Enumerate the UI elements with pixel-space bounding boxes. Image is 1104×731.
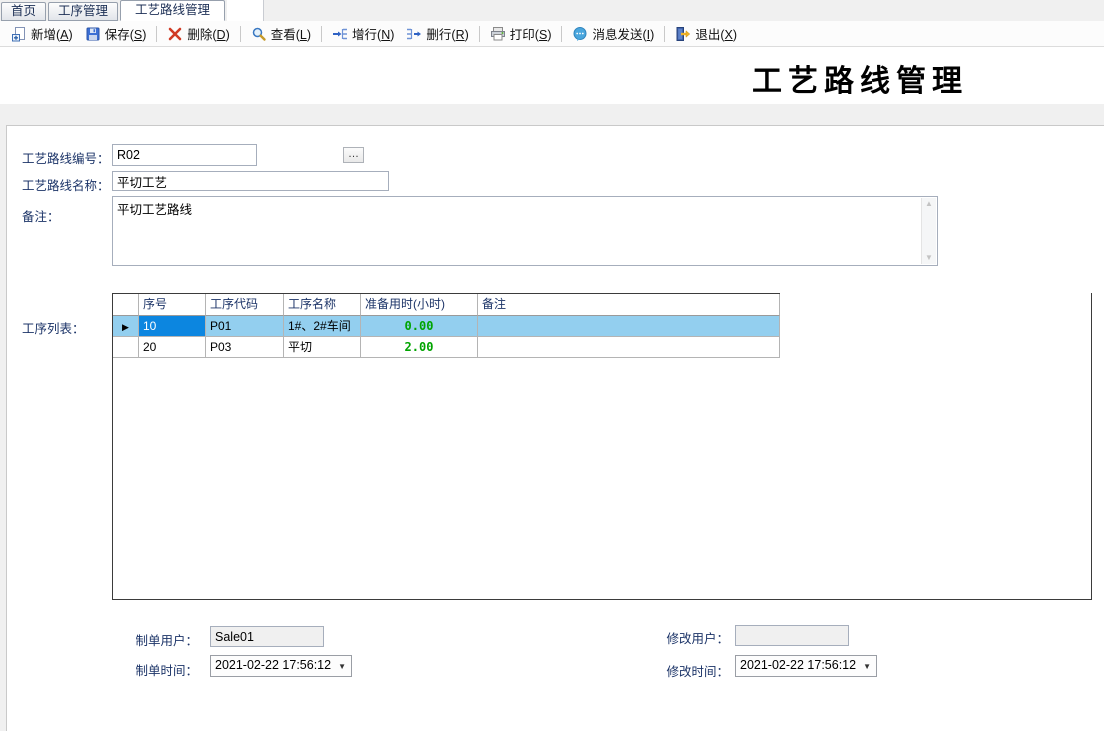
modifier-label: 修改用户：: [661, 628, 729, 647]
delete-icon: [167, 26, 183, 42]
message-send-button-label: 消息发送(I): [592, 24, 654, 43]
create-time-picker[interactable]: 2021-02-22 17:56:12 ▼: [210, 655, 352, 677]
scroll-up-icon[interactable]: ▲: [925, 198, 933, 210]
modify-time-value: 2021-02-22 17:56:12: [740, 658, 856, 672]
toolbar-separator: [664, 26, 665, 42]
add-row-button-label: 增行(N): [352, 24, 394, 43]
toolbar-separator: [156, 26, 157, 42]
delete-row-icon: [406, 26, 422, 42]
exit-button-label: 退出(X): [695, 24, 737, 43]
modify-time-label: 修改时间：: [661, 661, 729, 680]
new-button[interactable]: 新增(A): [5, 21, 79, 46]
cell-name[interactable]: 平切: [284, 337, 361, 358]
tab-strip: 首页 工序管理 工艺路线管理: [0, 0, 1104, 21]
print-button[interactable]: 打印(S): [484, 21, 558, 46]
grid-header-row: 序号 工序代码 工序名称 准备用时(小时) 备注: [113, 294, 780, 316]
delete-button[interactable]: 删除(D): [161, 21, 235, 46]
cell-name[interactable]: 1#、2#车间: [284, 316, 361, 337]
toolbar-separator: [240, 26, 241, 42]
delete-row-button[interactable]: 删行(R): [400, 21, 474, 46]
cell-remark[interactable]: [478, 337, 780, 358]
create-time-value: 2021-02-22 17:56:12: [215, 658, 331, 672]
exit-icon: [675, 26, 691, 42]
cell-seq[interactable]: 10: [139, 316, 206, 337]
tab-process-management[interactable]: 工序管理: [48, 2, 118, 21]
save-button[interactable]: 保存(S): [79, 21, 153, 46]
grid-header-prep-hours[interactable]: 准备用时(小时): [361, 294, 478, 316]
cell-prep-hours[interactable]: 0.00: [361, 316, 478, 337]
add-row-icon: [332, 26, 348, 42]
print-icon: [490, 26, 506, 42]
add-row-button[interactable]: 增行(N): [326, 21, 400, 46]
process-route-management-window: 首页 工序管理 工艺路线管理 新增(A) 保存(S): [0, 0, 1104, 731]
tab-home[interactable]: 首页: [1, 2, 46, 21]
modify-time-picker[interactable]: 2021-02-22 17:56:12 ▼: [735, 655, 877, 677]
cell-code[interactable]: P03: [206, 337, 284, 358]
toolbar-separator: [561, 26, 562, 42]
tab-process-route-management[interactable]: 工艺路线管理: [120, 0, 225, 21]
message-send-button[interactable]: 消息发送(I): [566, 21, 660, 46]
remark-text: 平切工艺路线: [117, 199, 917, 218]
grid-header-name[interactable]: 工序名称: [284, 294, 361, 316]
scroll-down-icon[interactable]: ▼: [925, 252, 933, 264]
process-list-label: 工序列表：: [22, 318, 85, 337]
grid-header-code[interactable]: 工序代码: [206, 294, 284, 316]
creator-input[interactable]: [210, 626, 324, 647]
table-row[interactable]: ▶ 10 P01 1#、2#车间 0.00: [113, 316, 780, 337]
route-code-lookup-button[interactable]: …: [343, 147, 364, 163]
grid-header-remark[interactable]: 备注: [478, 294, 780, 316]
save-icon: [85, 26, 101, 42]
table-row[interactable]: 20 P03 平切 2.00: [113, 337, 780, 358]
save-button-label: 保存(S): [105, 24, 147, 43]
print-button-label: 打印(S): [510, 24, 552, 43]
chevron-down-icon[interactable]: ▼: [863, 662, 871, 671]
toolbar-separator: [479, 26, 480, 42]
cell-remark[interactable]: [478, 316, 780, 337]
process-grid[interactable]: 序号 工序代码 工序名称 准备用时(小时) 备注 ▶ 10 P01 1#、2#车…: [112, 293, 1092, 600]
row-selector-cell[interactable]: ▶: [113, 316, 139, 337]
add-new-icon: [11, 26, 27, 42]
process-grid-table: 序号 工序代码 工序名称 准备用时(小时) 备注 ▶ 10 P01 1#、2#车…: [113, 293, 780, 358]
route-code-input[interactable]: [112, 144, 257, 166]
new-button-label: 新增(A): [31, 24, 73, 43]
toolbar-separator: [321, 26, 322, 42]
creator-label: 制单用户：: [128, 630, 198, 649]
message-send-icon: [572, 26, 588, 42]
exit-button[interactable]: 退出(X): [669, 21, 743, 46]
ellipsis-icon: …: [348, 148, 359, 160]
view-button[interactable]: 查看(L): [245, 21, 317, 46]
current-row-marker-icon: ▶: [122, 322, 129, 332]
route-code-label: 工艺路线编号：: [22, 148, 110, 167]
delete-row-button-label: 删行(R): [426, 24, 468, 43]
tabstrip-spacer: [227, 0, 264, 21]
page-title: 工艺路线管理: [752, 56, 968, 100]
remark-label: 备注：: [22, 206, 60, 225]
view-icon: [251, 26, 267, 42]
route-name-input[interactable]: [112, 171, 389, 191]
remark-scrollbar[interactable]: ▲ ▼: [921, 198, 936, 264]
grid-header-selector: [113, 294, 139, 316]
view-button-label: 查看(L): [271, 24, 311, 43]
row-selector-cell[interactable]: [113, 337, 139, 358]
route-name-label: 工艺路线名称：: [22, 175, 110, 194]
remark-textarea[interactable]: 平切工艺路线 ▲ ▼: [112, 196, 938, 266]
grid-header-seq[interactable]: 序号: [139, 294, 206, 316]
cell-prep-hours[interactable]: 2.00: [361, 337, 478, 358]
cell-seq[interactable]: 20: [139, 337, 206, 358]
delete-button-label: 删除(D): [187, 24, 229, 43]
modifier-input[interactable]: [735, 625, 849, 646]
create-time-label: 制单时间：: [128, 660, 198, 679]
chevron-down-icon[interactable]: ▼: [338, 662, 346, 671]
toolbar: 新增(A) 保存(S) 删除(D) 查看(L): [0, 21, 1104, 47]
cell-code[interactable]: P01: [206, 316, 284, 337]
